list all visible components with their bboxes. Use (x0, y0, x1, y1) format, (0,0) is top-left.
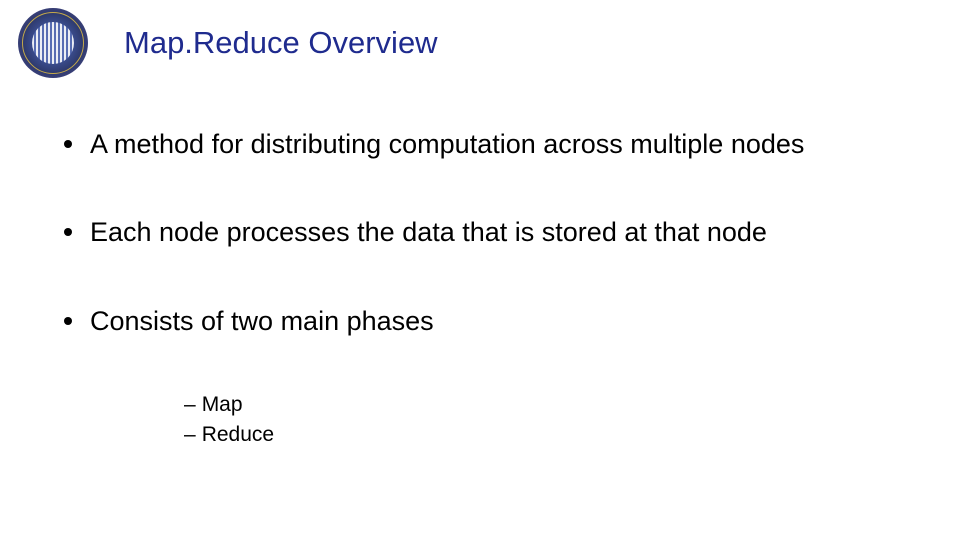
bullet-dot-icon (64, 140, 72, 148)
bullet-text: Each node processes the data that is sto… (90, 214, 767, 250)
university-logo-icon (18, 8, 88, 78)
bullet-item: Each node processes the data that is sto… (64, 214, 896, 250)
bullet-item: A method for distributing computation ac… (64, 126, 896, 162)
bullet-dot-icon (64, 228, 72, 236)
sub-text: Map (202, 391, 243, 418)
bullet-dot-icon (64, 317, 72, 325)
bullet-item: Consists of two main phases (64, 303, 896, 339)
bullet-text: Consists of two main phases (90, 303, 434, 339)
sub-item: – Reduce (184, 421, 896, 448)
slide-header: Map.Reduce Overview (0, 0, 960, 78)
slide-title: Map.Reduce Overview (124, 25, 438, 61)
dash-icon: – (184, 391, 196, 418)
slide-content: A method for distributing computation ac… (0, 78, 960, 448)
dash-icon: – (184, 421, 196, 448)
sub-text: Reduce (202, 421, 274, 448)
sub-list: – Map – Reduce (184, 391, 896, 448)
bullet-text: A method for distributing computation ac… (90, 126, 804, 162)
sub-item: – Map (184, 391, 896, 418)
